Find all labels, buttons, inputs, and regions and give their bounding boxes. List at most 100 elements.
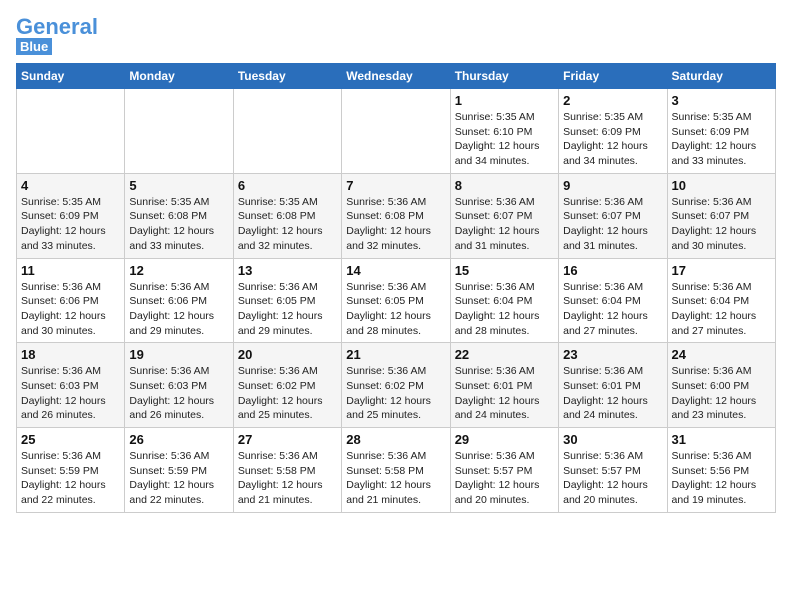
day-info: Sunrise: 5:35 AM Sunset: 6:09 PM Dayligh…	[672, 110, 771, 169]
day-info: Sunrise: 5:36 AM Sunset: 6:06 PM Dayligh…	[129, 280, 228, 339]
day-number: 8	[455, 178, 554, 193]
day-info: Sunrise: 5:35 AM Sunset: 6:09 PM Dayligh…	[563, 110, 662, 169]
day-number: 7	[346, 178, 445, 193]
day-number: 20	[238, 347, 337, 362]
day-info: Sunrise: 5:36 AM Sunset: 6:07 PM Dayligh…	[563, 195, 662, 254]
calendar-cell: 11 Sunrise: 5:36 AM Sunset: 6:06 PM Dayli…	[17, 258, 125, 343]
calendar-cell: 20Sunrise: 5:36 AM Sunset: 6:02 PM Dayli…	[233, 343, 341, 428]
calendar-cell: 18Sunrise: 5:36 AM Sunset: 6:03 PM Dayli…	[17, 343, 125, 428]
calendar-cell: 2 Sunrise: 5:35 AM Sunset: 6:09 PM Daylig…	[559, 89, 667, 174]
logo-text: General	[16, 16, 98, 38]
day-info: Sunrise: 5:36 AM Sunset: 6:04 PM Dayligh…	[672, 280, 771, 339]
calendar-cell: 9 Sunrise: 5:36 AM Sunset: 6:07 PM Daylig…	[559, 173, 667, 258]
day-info: Sunrise: 5:36 AM Sunset: 5:58 PM Dayligh…	[238, 449, 337, 508]
day-number: 4	[21, 178, 120, 193]
day-info: Sunrise: 5:35 AM Sunset: 6:08 PM Dayligh…	[238, 195, 337, 254]
calendar-cell: 4 Sunrise: 5:35 AM Sunset: 6:09 PM Daylig…	[17, 173, 125, 258]
day-number: 27	[238, 432, 337, 447]
calendar-cell	[125, 89, 233, 174]
calendar-cell: 31 Sunrise: 5:36 AM Sunset: 5:56 PM Dayli…	[667, 428, 775, 513]
calendar-cell: 22Sunrise: 5:36 AM Sunset: 6:01 PM Dayli…	[450, 343, 558, 428]
day-info: Sunrise: 5:36 AM Sunset: 6:03 PM Dayligh…	[21, 364, 120, 423]
calendar-cell: 3 Sunrise: 5:35 AM Sunset: 6:09 PM Daylig…	[667, 89, 775, 174]
day-info: Sunrise: 5:36 AM Sunset: 6:05 PM Dayligh…	[346, 280, 445, 339]
day-info: Sunrise: 5:36 AM Sunset: 6:08 PM Dayligh…	[346, 195, 445, 254]
day-info: Sunrise: 5:36 AM Sunset: 5:56 PM Dayligh…	[672, 449, 771, 508]
day-info: Sunrise: 5:36 AM Sunset: 6:01 PM Dayligh…	[563, 364, 662, 423]
day-info: Sunrise: 5:36 AM Sunset: 6:00 PM Dayligh…	[672, 364, 771, 423]
day-number: 2	[563, 93, 662, 108]
day-number: 28	[346, 432, 445, 447]
week-row-2: 4 Sunrise: 5:35 AM Sunset: 6:09 PM Daylig…	[17, 173, 776, 258]
weekday-header-thursday: Thursday	[450, 64, 558, 89]
calendar-cell	[233, 89, 341, 174]
weekday-header-tuesday: Tuesday	[233, 64, 341, 89]
calendar-cell: 30 Sunrise: 5:36 AM Sunset: 5:57 PM Dayli…	[559, 428, 667, 513]
day-info: Sunrise: 5:36 AM Sunset: 6:06 PM Dayligh…	[21, 280, 120, 339]
calendar-cell: 23 Sunrise: 5:36 AM Sunset: 6:01 PM Dayli…	[559, 343, 667, 428]
calendar-cell: 17Sunrise: 5:36 AM Sunset: 6:04 PM Dayli…	[667, 258, 775, 343]
day-number: 16	[563, 263, 662, 278]
day-number: 1	[455, 93, 554, 108]
day-number: 15	[455, 263, 554, 278]
day-number: 9	[563, 178, 662, 193]
weekday-header-row: SundayMondayTuesdayWednesdayThursdayFrid…	[17, 64, 776, 89]
day-number: 29	[455, 432, 554, 447]
day-info: Sunrise: 5:36 AM Sunset: 5:57 PM Dayligh…	[563, 449, 662, 508]
weekday-header-sunday: Sunday	[17, 64, 125, 89]
calendar-cell: 1 Sunrise: 5:35 AM Sunset: 6:10 PM Daylig…	[450, 89, 558, 174]
day-info: Sunrise: 5:36 AM Sunset: 6:03 PM Dayligh…	[129, 364, 228, 423]
day-number: 14	[346, 263, 445, 278]
calendar-cell: 15 Sunrise: 5:36 AM Sunset: 6:04 PM Dayli…	[450, 258, 558, 343]
calendar-cell: 27 Sunrise: 5:36 AM Sunset: 5:58 PM Dayli…	[233, 428, 341, 513]
calendar-cell: 10 Sunrise: 5:36 AM Sunset: 6:07 PM Dayli…	[667, 173, 775, 258]
day-number: 10	[672, 178, 771, 193]
calendar-cell: 28 Sunrise: 5:36 AM Sunset: 5:58 PM Dayli…	[342, 428, 450, 513]
calendar-cell: 14 Sunrise: 5:36 AM Sunset: 6:05 PM Dayli…	[342, 258, 450, 343]
calendar-cell: 19Sunrise: 5:36 AM Sunset: 6:03 PM Dayli…	[125, 343, 233, 428]
calendar-cell: 6 Sunrise: 5:35 AM Sunset: 6:08 PM Daylig…	[233, 173, 341, 258]
day-info: Sunrise: 5:36 AM Sunset: 5:59 PM Dayligh…	[21, 449, 120, 508]
day-info: Sunrise: 5:36 AM Sunset: 5:57 PM Dayligh…	[455, 449, 554, 508]
day-number: 26	[129, 432, 228, 447]
day-info: Sunrise: 5:36 AM Sunset: 5:59 PM Dayligh…	[129, 449, 228, 508]
week-row-5: 25 Sunrise: 5:36 AM Sunset: 5:59 PM Dayli…	[17, 428, 776, 513]
logo-blue-label: Blue	[16, 38, 52, 55]
calendar-cell: 5Sunrise: 5:35 AM Sunset: 6:08 PM Daylig…	[125, 173, 233, 258]
calendar-cell: 24 Sunrise: 5:36 AM Sunset: 6:00 PM Dayli…	[667, 343, 775, 428]
day-number: 13	[238, 263, 337, 278]
calendar-cell	[342, 89, 450, 174]
day-number: 25	[21, 432, 120, 447]
calendar-cell: 8Sunrise: 5:36 AM Sunset: 6:07 PM Daylig…	[450, 173, 558, 258]
day-number: 6	[238, 178, 337, 193]
week-row-3: 11 Sunrise: 5:36 AM Sunset: 6:06 PM Dayli…	[17, 258, 776, 343]
calendar-table: SundayMondayTuesdayWednesdayThursdayFrid…	[16, 63, 776, 513]
day-info: Sunrise: 5:36 AM Sunset: 6:04 PM Dayligh…	[563, 280, 662, 339]
day-info: Sunrise: 5:35 AM Sunset: 6:09 PM Dayligh…	[21, 195, 120, 254]
day-number: 11	[21, 263, 120, 278]
calendar-cell: 13Sunrise: 5:36 AM Sunset: 6:05 PM Dayli…	[233, 258, 341, 343]
weekday-header-monday: Monday	[125, 64, 233, 89]
day-info: Sunrise: 5:35 AM Sunset: 6:10 PM Dayligh…	[455, 110, 554, 169]
day-number: 3	[672, 93, 771, 108]
day-number: 12	[129, 263, 228, 278]
day-info: Sunrise: 5:36 AM Sunset: 6:04 PM Dayligh…	[455, 280, 554, 339]
week-row-4: 18Sunrise: 5:36 AM Sunset: 6:03 PM Dayli…	[17, 343, 776, 428]
page-header: General Blue	[16, 16, 776, 55]
day-info: Sunrise: 5:36 AM Sunset: 6:02 PM Dayligh…	[346, 364, 445, 423]
week-row-1: 1 Sunrise: 5:35 AM Sunset: 6:10 PM Daylig…	[17, 89, 776, 174]
day-number: 21	[346, 347, 445, 362]
day-number: 22	[455, 347, 554, 362]
calendar-cell: 21 Sunrise: 5:36 AM Sunset: 6:02 PM Dayli…	[342, 343, 450, 428]
calendar-cell: 29 Sunrise: 5:36 AM Sunset: 5:57 PM Dayli…	[450, 428, 558, 513]
day-info: Sunrise: 5:36 AM Sunset: 5:58 PM Dayligh…	[346, 449, 445, 508]
day-info: Sunrise: 5:35 AM Sunset: 6:08 PM Dayligh…	[129, 195, 228, 254]
day-number: 31	[672, 432, 771, 447]
day-info: Sunrise: 5:36 AM Sunset: 6:07 PM Dayligh…	[672, 195, 771, 254]
calendar-cell: 12 Sunrise: 5:36 AM Sunset: 6:06 PM Dayli…	[125, 258, 233, 343]
day-number: 24	[672, 347, 771, 362]
day-number: 23	[563, 347, 662, 362]
weekday-header-wednesday: Wednesday	[342, 64, 450, 89]
day-number: 30	[563, 432, 662, 447]
calendar-cell: 16 Sunrise: 5:36 AM Sunset: 6:04 PM Dayli…	[559, 258, 667, 343]
